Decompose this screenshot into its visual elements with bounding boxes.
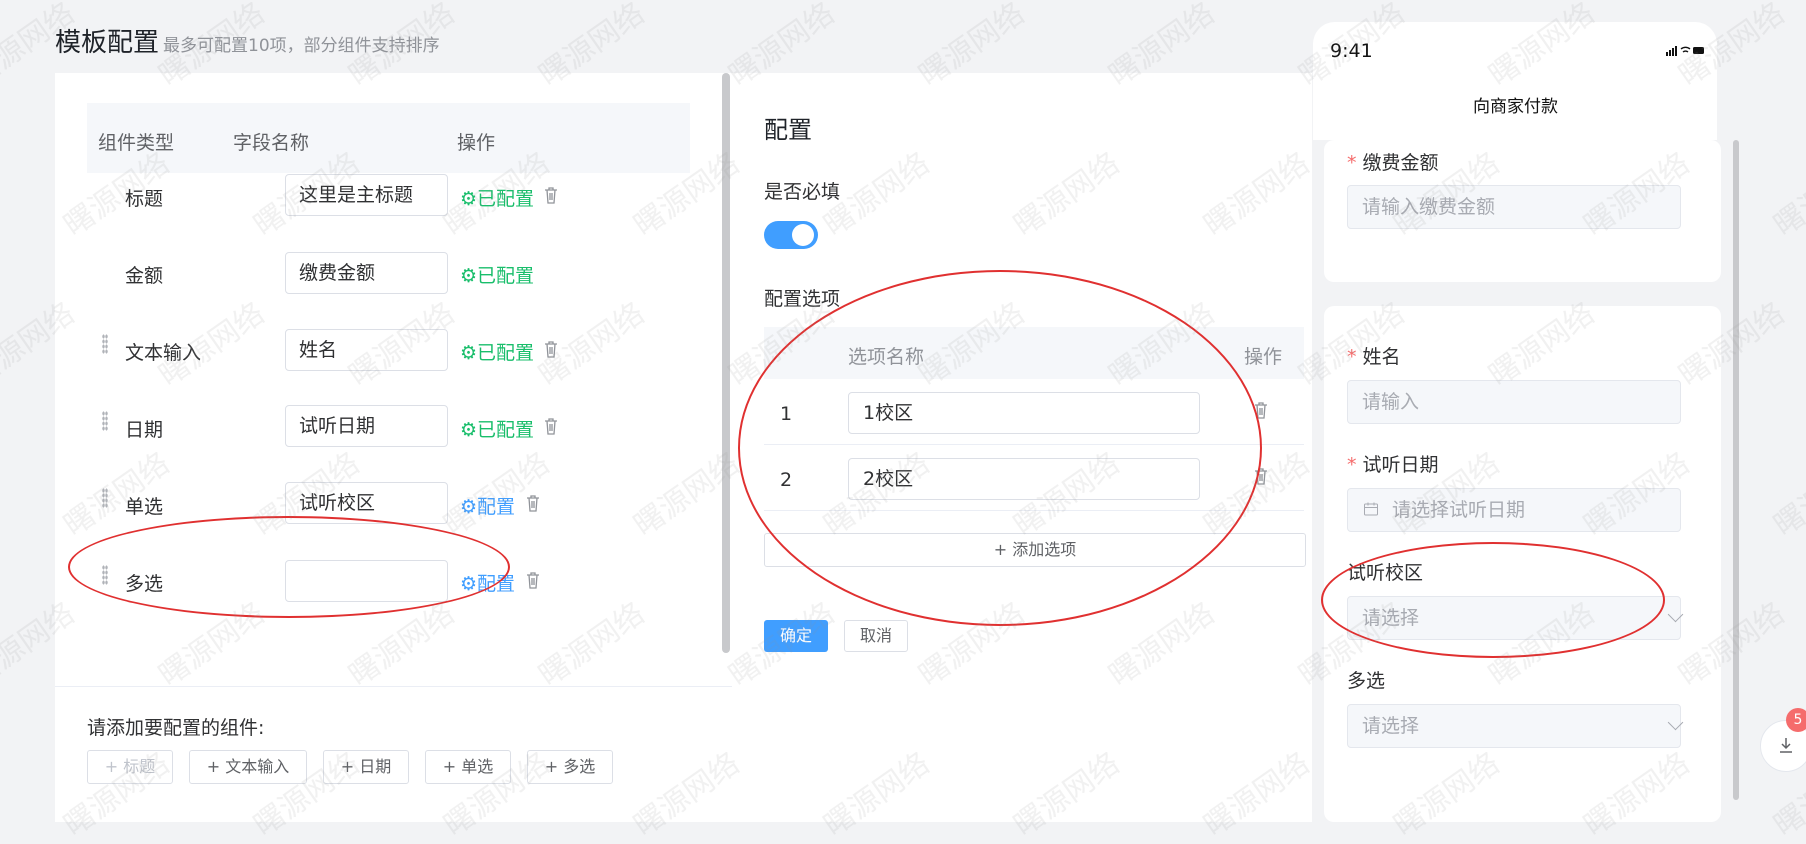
trash-icon[interactable] (526, 571, 540, 589)
field-name-input[interactable]: 缴费金额 (285, 252, 448, 294)
drag-handle-icon[interactable] (102, 334, 108, 354)
status-time: 9:41 (1330, 40, 1373, 62)
configure-link[interactable]: ⚙已配置 (460, 261, 534, 288)
drag-handle-icon[interactable] (102, 488, 108, 508)
annotation-ellipse (738, 270, 1262, 626)
preview-input-date[interactable]: 请选择试听日期 (1347, 488, 1681, 532)
divider (55, 686, 732, 687)
trash-icon[interactable] (544, 340, 558, 358)
preview-label-name: * 姓名 (1347, 342, 1401, 369)
required-mark: * (1347, 346, 1357, 368)
add-text-input-button[interactable]: + 文本输入 (189, 750, 307, 784)
column-header-option-action: 操作 (1244, 346, 1283, 368)
calendar-icon (1364, 502, 1378, 516)
preview-input-amount[interactable]: 请输入缴费金额 (1347, 185, 1681, 229)
page-subtitle: 最多可配置10项，部分组件支持排序 (163, 36, 440, 56)
drag-handle-icon[interactable] (102, 411, 108, 431)
column-header-action: 操作 (457, 132, 496, 154)
required-mark: * (1347, 454, 1357, 476)
field-label: 姓名 (1362, 346, 1401, 368)
column-header-type: 组件类型 (98, 132, 175, 154)
annotation-ellipse (1321, 542, 1665, 658)
field-name-input[interactable]: 姓名 (285, 329, 448, 371)
field-name-input[interactable]: 这里是主标题 (285, 174, 448, 216)
trash-icon[interactable] (544, 186, 558, 204)
row-type-label: 单选 (125, 496, 164, 518)
nav-title: 向商家付款 (1473, 97, 1558, 117)
scrollbar[interactable] (722, 73, 730, 653)
row-type-label: 标题 (125, 188, 164, 210)
trash-icon[interactable] (544, 417, 558, 435)
add-component-label: 请添加要配置的组件: (87, 717, 265, 739)
preview-input-name[interactable]: 请输入 (1347, 380, 1681, 424)
trash-icon[interactable] (526, 494, 540, 512)
add-checkbox-button[interactable]: + 多选 (527, 750, 613, 784)
row-type-label: 日期 (125, 419, 164, 441)
options-label: 配置选项 (764, 288, 841, 310)
watermark-text: 曙源网络 (1767, 446, 1806, 544)
confirm-button[interactable]: 确定 (764, 620, 828, 652)
phone-header (1313, 22, 1717, 140)
table-header (87, 103, 690, 173)
field-label: 缴费金额 (1362, 152, 1439, 174)
column-header-field: 字段名称 (233, 132, 310, 154)
row-type-label: 金额 (125, 265, 164, 287)
toggle-knob (792, 224, 814, 246)
page-title: 模板配置 (55, 28, 160, 58)
add-radio-button[interactable]: + 单选 (425, 750, 511, 784)
field-label: 试听日期 (1362, 454, 1439, 476)
notification-badge: 5 (1786, 708, 1806, 732)
signal-wifi-battery-icon (1666, 46, 1704, 56)
field-label: 多选 (1347, 670, 1386, 692)
configure-link[interactable]: ⚙已配置 (460, 338, 534, 365)
download-icon (1780, 738, 1792, 753)
row-type-label: 文本输入 (125, 342, 202, 364)
watermark-text: 曙源网络 (1767, 146, 1806, 244)
field-name-input[interactable]: 试听日期 (285, 405, 448, 447)
configure-link[interactable]: ⚙已配置 (460, 184, 534, 211)
annotation-ellipse (68, 516, 510, 618)
required-mark: * (1347, 152, 1357, 174)
preview-select-multi[interactable]: 请选择 (1347, 704, 1681, 748)
add-title-button[interactable]: + 标题 (87, 750, 173, 784)
config-title: 配置 (764, 116, 812, 144)
preview-label-amount: * 缴费金额 (1347, 148, 1439, 175)
preview-label-multi: 多选 (1347, 666, 1385, 693)
scrollbar[interactable] (1733, 140, 1739, 800)
add-date-button[interactable]: + 日期 (323, 750, 409, 784)
required-label: 是否必填 (764, 181, 841, 203)
cancel-button[interactable]: 取消 (844, 620, 908, 652)
preview-label-date: * 试听日期 (1347, 450, 1439, 477)
configure-link[interactable]: ⚙配置 (460, 492, 515, 519)
configure-link[interactable]: ⚙已配置 (460, 415, 534, 442)
